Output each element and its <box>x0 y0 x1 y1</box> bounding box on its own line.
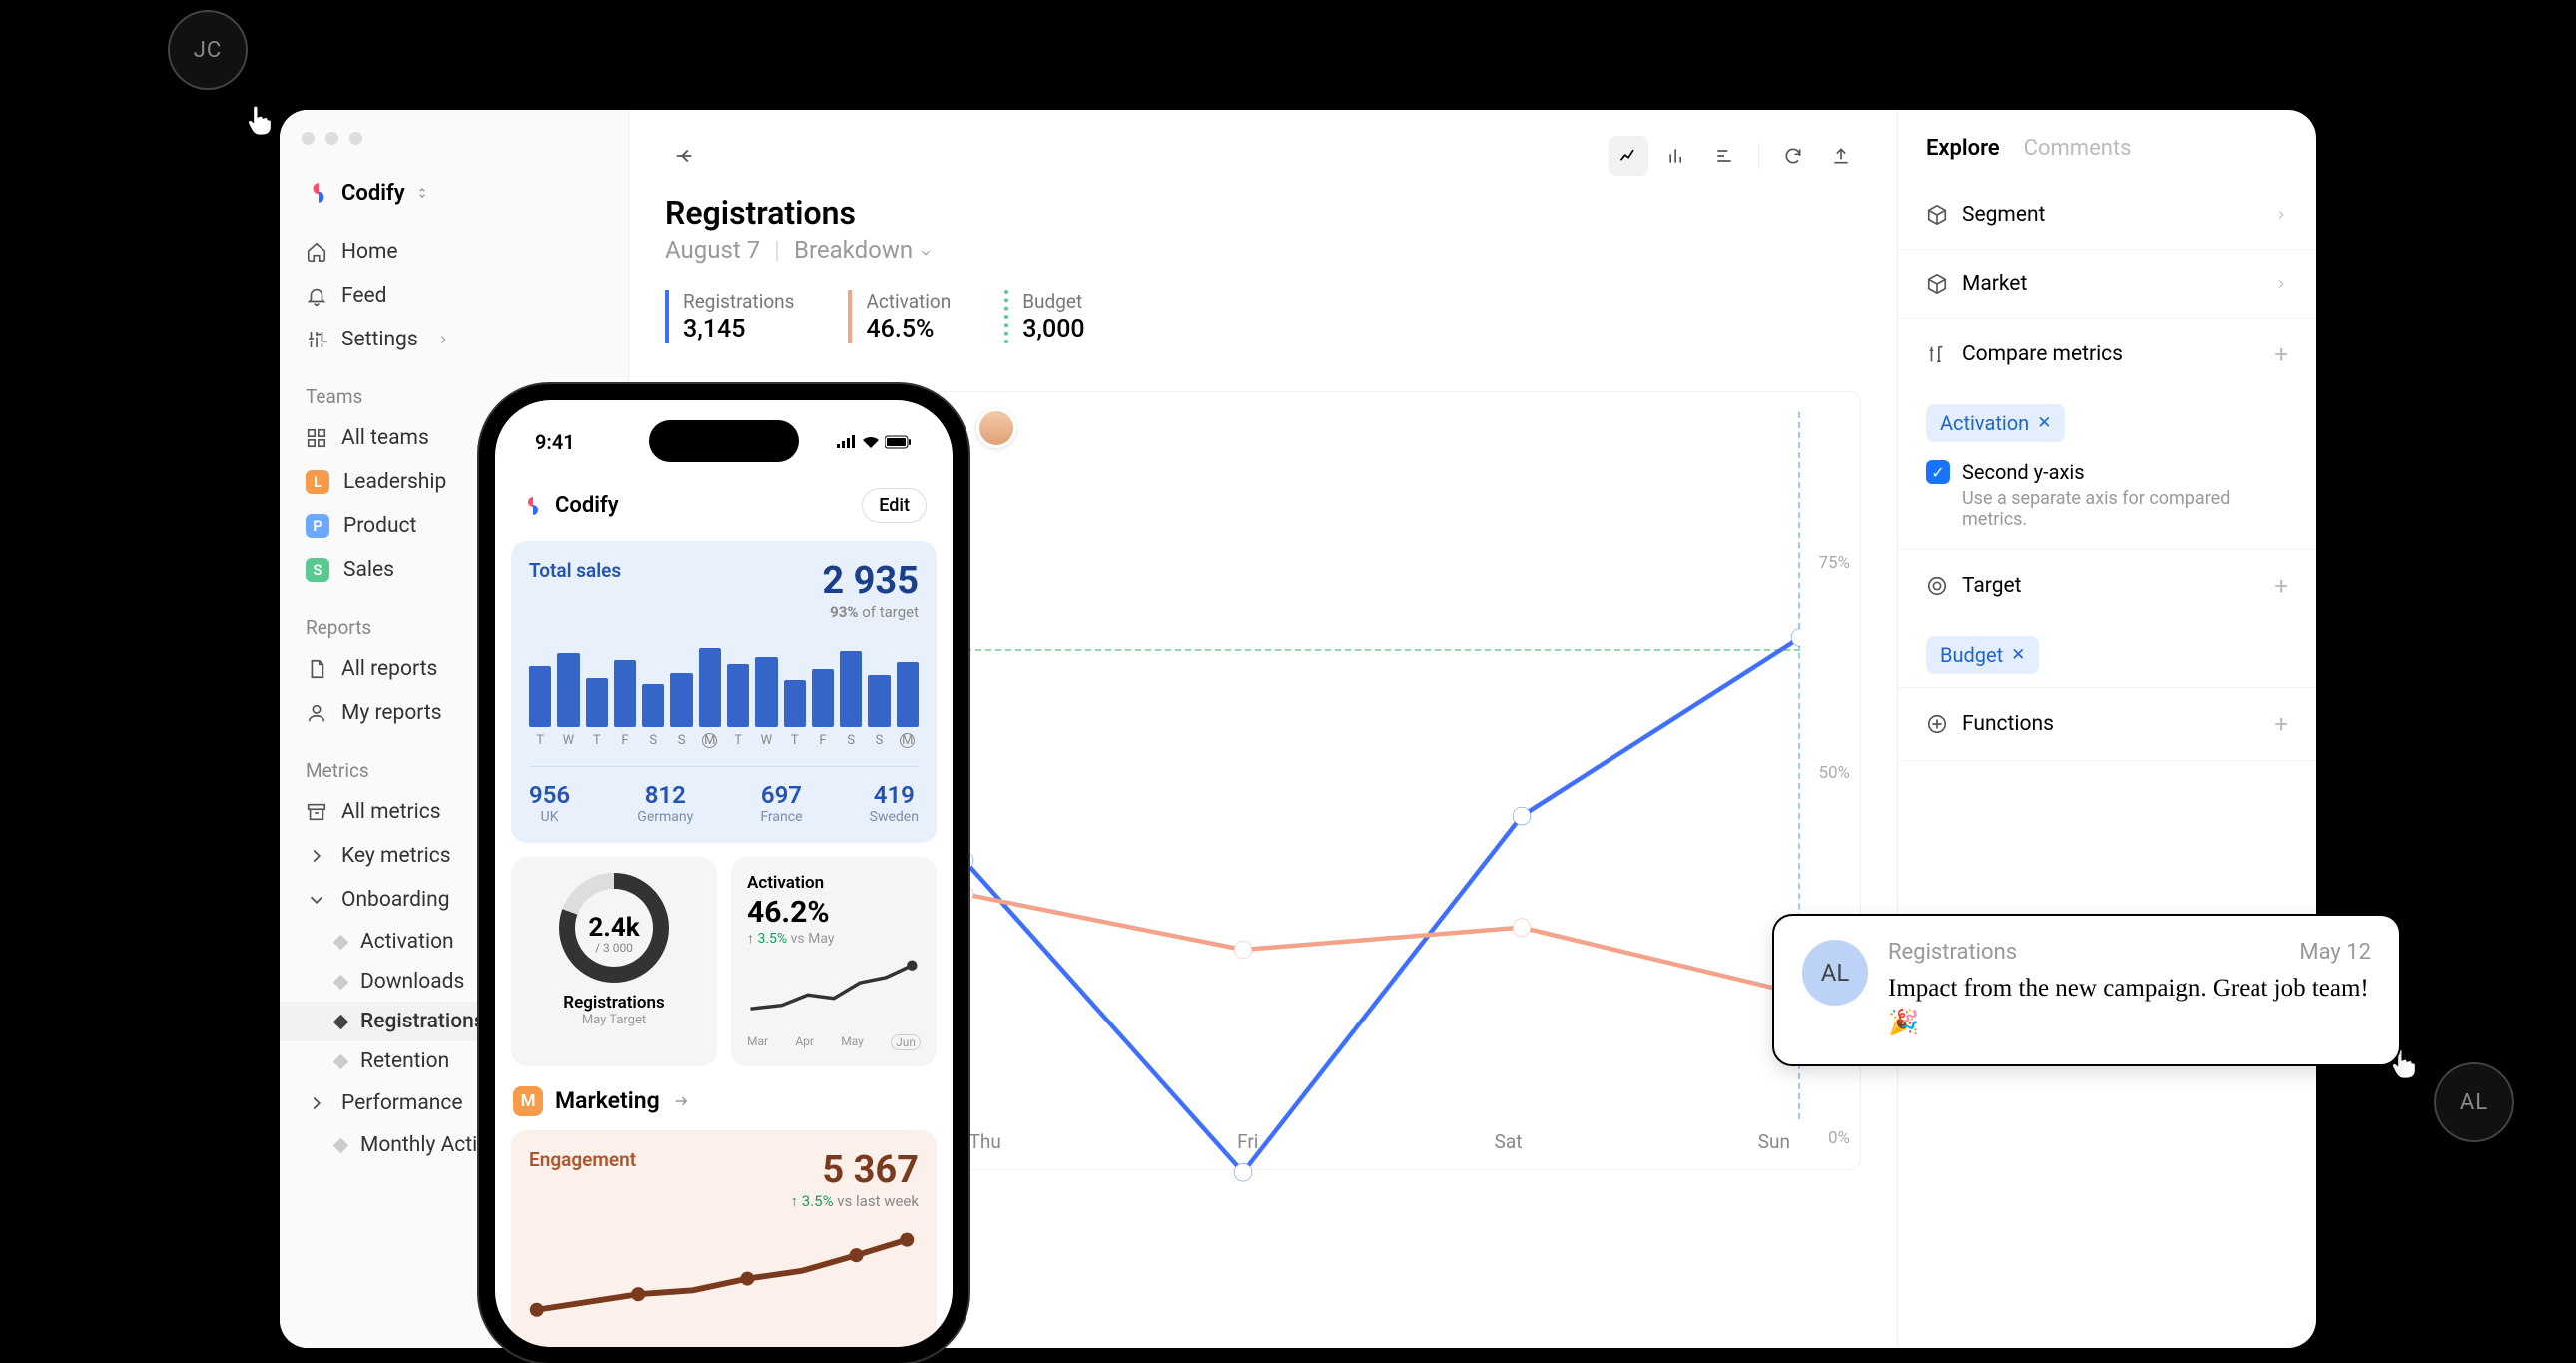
page-subtitle: August 7 | Breakdown <box>665 236 1861 264</box>
comment-card[interactable]: AL Registrations May 12 Impact from the n… <box>1772 914 2401 1066</box>
y-tick: 50% <box>1818 763 1850 783</box>
close-icon[interactable]: ✕ <box>2011 645 2025 665</box>
close-icon[interactable]: ✕ <box>2037 413 2051 433</box>
kpi-row: Registrations3,145 Activation46.5% Budget3… <box>665 290 1861 343</box>
chevron-right-icon <box>2274 277 2288 291</box>
page-title: Registrations <box>665 194 1861 232</box>
y-tick: 75% <box>1818 553 1850 573</box>
phone-activation-card[interactable]: Activation 46.2% ↑ 3.5% vs May MarAprMay… <box>731 857 937 1066</box>
phone-mockup: 9:41 Codify Edit Total sales 2 935 93% o… <box>479 384 968 1363</box>
bar-chart-icon <box>1666 146 1686 166</box>
phone-marketing-section[interactable]: M Marketing <box>511 1080 937 1130</box>
bell-icon <box>306 285 327 307</box>
home-icon <box>306 241 327 263</box>
comment-title: Registrations <box>1888 940 2017 965</box>
view-line-chart[interactable] <box>1609 136 1648 176</box>
chevron-down-icon <box>919 246 933 260</box>
kpi-budget: Budget3,000 <box>1004 290 1084 343</box>
phone-registrations-card[interactable]: 2.4k / 3 000 Registrations May Target <box>511 857 717 1066</box>
chevron-right-icon <box>436 333 450 346</box>
export-button[interactable] <box>1821 136 1861 176</box>
tab-explore[interactable]: Explore <box>1926 136 2000 161</box>
arrow-left-icon <box>674 145 696 167</box>
right-panel: Explore Comments Segment Market Compare … <box>1897 110 2316 1348</box>
sparkline <box>747 957 921 1026</box>
view-list[interactable] <box>1704 136 1744 176</box>
brand-logo-icon <box>521 494 545 518</box>
plus-icon[interactable]: + <box>2274 341 2288 368</box>
chevron-right-icon <box>306 845 327 867</box>
comment-body: Impact from the new campaign. Great job … <box>1888 971 2371 1040</box>
brand-name: Codify <box>341 181 405 206</box>
view-bar-chart[interactable] <box>1656 136 1696 176</box>
chip-activation[interactable]: Activation✕ <box>1926 404 2065 442</box>
arrow-right-icon <box>672 1092 690 1110</box>
person-icon <box>306 702 327 724</box>
panel-market[interactable]: Market <box>1898 250 2316 319</box>
kpi-registrations: Registrations3,145 <box>665 290 794 343</box>
avatar: AL <box>1802 940 1868 1006</box>
chevron-updown-icon <box>415 186 429 200</box>
breakdown-dropdown[interactable]: Breakdown <box>794 236 933 264</box>
panel-segment[interactable]: Segment <box>1898 181 2316 250</box>
cube-icon <box>1926 273 1948 295</box>
phone-notch <box>649 420 799 462</box>
y-tick: 0% <box>1828 1128 1850 1148</box>
function-icon <box>1926 713 1948 735</box>
compare-icon <box>1926 343 1948 365</box>
plus-icon[interactable]: + <box>2274 572 2288 600</box>
refresh-icon <box>1783 146 1803 166</box>
panel-compare-metrics[interactable]: Compare metrics + <box>1898 319 2316 390</box>
panel-target[interactable]: Target + <box>1898 550 2316 622</box>
phone-edit-button[interactable]: Edit <box>862 488 927 523</box>
refresh-button[interactable] <box>1773 136 1813 176</box>
panel-functions[interactable]: Functions + <box>1898 688 2316 761</box>
nav-settings[interactable]: Settings <box>280 318 628 361</box>
back-button[interactable] <box>665 136 705 176</box>
list-icon <box>1714 146 1734 166</box>
grid-icon <box>306 427 327 449</box>
signal-icon <box>837 435 857 449</box>
chevron-down-icon <box>306 889 327 911</box>
brand-logo-icon <box>306 180 331 206</box>
document-icon <box>306 658 327 680</box>
chevron-right-icon <box>2274 208 2288 222</box>
cursor-badge-jc: JC <box>168 10 248 90</box>
window-traffic-lights <box>302 132 362 145</box>
second-y-axis-checkbox[interactable]: ✓ Second y-axisUse a separate axis for c… <box>1898 442 2316 536</box>
battery-icon <box>885 435 913 449</box>
nav-home[interactable]: Home <box>280 230 628 274</box>
wifi-icon <box>862 435 880 449</box>
cursor-hand-icon <box>240 100 280 140</box>
cube-icon <box>1926 204 1948 226</box>
phone-total-sales-card[interactable]: Total sales 2 935 93% of target TWTFSSMT… <box>511 541 937 843</box>
donut-chart: 2.4k / 3 000 <box>559 873 669 983</box>
sparkline <box>529 1224 919 1325</box>
phone-brand: Codify <box>521 493 619 518</box>
tab-comments[interactable]: Comments <box>2024 136 2132 161</box>
archive-icon <box>306 801 327 823</box>
target-icon <box>1926 575 1948 597</box>
plus-icon[interactable]: + <box>2274 710 2288 738</box>
phone-bar-chart <box>529 637 919 727</box>
line-chart-icon <box>1618 146 1638 166</box>
comment-date: May 12 <box>2299 940 2371 965</box>
chip-budget[interactable]: Budget✕ <box>1926 636 2039 674</box>
brand[interactable]: Codify <box>280 180 628 230</box>
kpi-activation: Activation46.5% <box>848 290 951 343</box>
sliders-icon <box>306 329 327 350</box>
user-avatar[interactable] <box>976 408 1016 448</box>
chevron-right-icon <box>306 1092 327 1114</box>
upload-icon <box>1831 146 1851 166</box>
checkbox-checked-icon: ✓ <box>1926 460 1950 484</box>
phone-engagement-card[interactable]: Engagement 5 367 ↑ 3.5% vs last week <box>511 1130 937 1347</box>
nav-feed[interactable]: Feed <box>280 274 628 318</box>
cursor-badge-al: AL <box>2434 1062 2514 1142</box>
